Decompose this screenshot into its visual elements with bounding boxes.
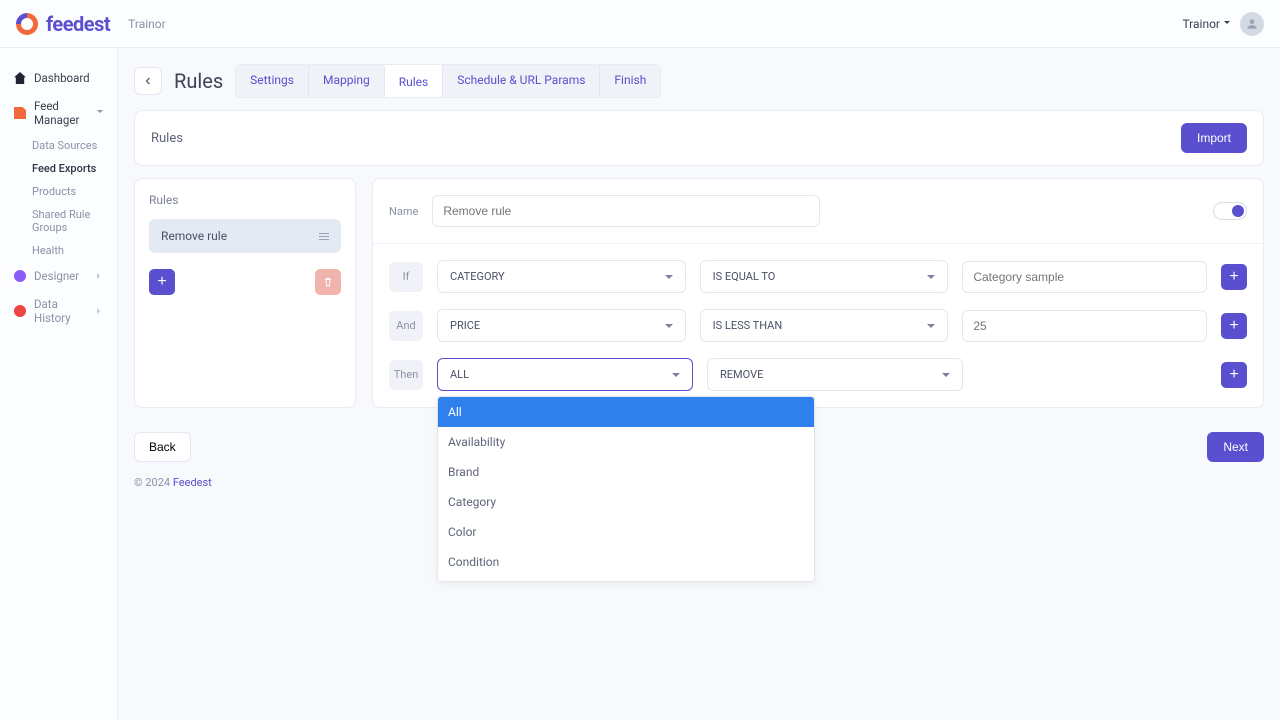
add-action-button[interactable]: + bbox=[1221, 362, 1247, 388]
add-condition-button[interactable]: + bbox=[1221, 264, 1247, 290]
file-icon bbox=[14, 107, 26, 119]
brand[interactable]: feedest Trainor bbox=[16, 12, 166, 36]
chevron-down-icon bbox=[927, 324, 935, 332]
back-button[interactable]: Back bbox=[134, 432, 191, 462]
import-button[interactable]: Import bbox=[1181, 123, 1247, 153]
history-icon bbox=[14, 305, 26, 317]
nav-dashboard[interactable]: Dashboard bbox=[0, 64, 117, 92]
dropdown-option[interactable]: Description bbox=[438, 577, 814, 582]
delete-rule-button[interactable] bbox=[315, 269, 341, 295]
field-dropdown: All Availability Brand Category Color Co… bbox=[437, 396, 815, 582]
avatar[interactable] bbox=[1240, 12, 1264, 36]
field-select[interactable]: PRICE bbox=[437, 309, 686, 342]
add-condition-button[interactable]: + bbox=[1221, 313, 1247, 339]
nav-health[interactable]: Health bbox=[32, 239, 117, 262]
nav-designer[interactable]: Designer bbox=[0, 262, 117, 290]
tab-schedule[interactable]: Schedule & URL Params bbox=[442, 65, 599, 97]
rules-list-title: Rules bbox=[149, 193, 341, 207]
name-label: Name bbox=[389, 205, 418, 218]
nav-label: Dashboard bbox=[34, 71, 90, 85]
value-input[interactable] bbox=[962, 261, 1207, 293]
rule-item[interactable]: Remove rule bbox=[149, 219, 341, 253]
chevron-right-icon bbox=[97, 273, 103, 279]
rules-list-panel: Rules Remove rule + bbox=[134, 178, 356, 408]
tab-rules[interactable]: Rules bbox=[384, 65, 442, 97]
rule-editor-panel: Name If CATEGORY IS EQUAL TO + And bbox=[372, 178, 1264, 408]
brand-sub: Trainor bbox=[128, 17, 166, 31]
rule-item-label: Remove rule bbox=[161, 229, 227, 243]
arrow-left-icon bbox=[142, 75, 154, 87]
nav-label: Feed Manager bbox=[34, 99, 89, 127]
keyword-if: If bbox=[389, 262, 423, 292]
nav-feed-exports[interactable]: Feed Exports bbox=[32, 157, 117, 180]
chevron-down-icon bbox=[672, 373, 680, 381]
logo-icon bbox=[16, 13, 38, 35]
tab-finish[interactable]: Finish bbox=[599, 65, 660, 97]
dropdown-option[interactable]: Color bbox=[438, 517, 814, 547]
keyword-and: And bbox=[389, 311, 423, 341]
tab-mapping[interactable]: Mapping bbox=[308, 65, 384, 97]
sidebar: Dashboard Feed Manager Data Sources Feed… bbox=[0, 48, 118, 720]
value-input[interactable] bbox=[962, 310, 1207, 342]
footer-link[interactable]: Feedest bbox=[173, 476, 212, 489]
user-menu[interactable]: Trainor bbox=[1182, 17, 1230, 31]
dropdown-option[interactable]: Category bbox=[438, 487, 814, 517]
dropdown-option[interactable]: Condition bbox=[438, 547, 814, 577]
operator-select[interactable]: IS LESS THAN bbox=[700, 309, 949, 342]
then-action-select[interactable]: REMOVE bbox=[707, 358, 963, 391]
user-icon bbox=[1245, 17, 1259, 31]
chevron-right-icon bbox=[97, 308, 103, 314]
rule-name-input[interactable] bbox=[432, 195, 819, 227]
drag-handle-icon[interactable] bbox=[319, 233, 329, 240]
chevron-down-icon bbox=[665, 275, 673, 283]
operator-select[interactable]: IS EQUAL TO bbox=[700, 260, 949, 293]
palette-icon bbox=[14, 270, 26, 282]
tabs: Settings Mapping Rules Schedule & URL Pa… bbox=[235, 64, 661, 98]
tab-settings[interactable]: Settings bbox=[236, 65, 308, 97]
home-icon bbox=[14, 72, 26, 84]
logo-text: feedest bbox=[46, 12, 110, 36]
nav-data-history[interactable]: Data History bbox=[0, 290, 117, 332]
nav-shared-rule-groups[interactable]: Shared Rule Groups bbox=[32, 203, 117, 239]
field-select[interactable]: CATEGORY bbox=[437, 260, 686, 293]
rules-toolbar-title: Rules bbox=[151, 131, 183, 146]
dropdown-option[interactable]: All bbox=[438, 397, 814, 427]
keyword-then: Then bbox=[389, 360, 423, 390]
trash-icon bbox=[322, 276, 334, 288]
rule-enabled-toggle[interactable] bbox=[1213, 202, 1247, 220]
page-title: Rules bbox=[174, 69, 223, 93]
next-button[interactable]: Next bbox=[1207, 432, 1264, 462]
nav-feed-manager[interactable]: Feed Manager bbox=[0, 92, 117, 134]
nav-products[interactable]: Products bbox=[32, 180, 117, 203]
nav-label: Data History bbox=[34, 297, 89, 325]
then-field-select[interactable]: ALL bbox=[437, 358, 693, 391]
chevron-down-icon bbox=[927, 275, 935, 283]
chevron-down-icon bbox=[942, 373, 950, 381]
chevron-down-icon bbox=[97, 110, 103, 116]
nav-data-sources[interactable]: Data Sources bbox=[32, 134, 117, 157]
chevron-down-icon bbox=[665, 324, 673, 332]
dropdown-option[interactable]: Brand bbox=[438, 457, 814, 487]
nav-label: Designer bbox=[34, 269, 79, 283]
dropdown-option[interactable]: Availability bbox=[438, 427, 814, 457]
rules-toolbar: Rules Import bbox=[134, 110, 1264, 166]
back-arrow-button[interactable] bbox=[134, 67, 162, 95]
add-rule-button[interactable]: + bbox=[149, 269, 175, 295]
